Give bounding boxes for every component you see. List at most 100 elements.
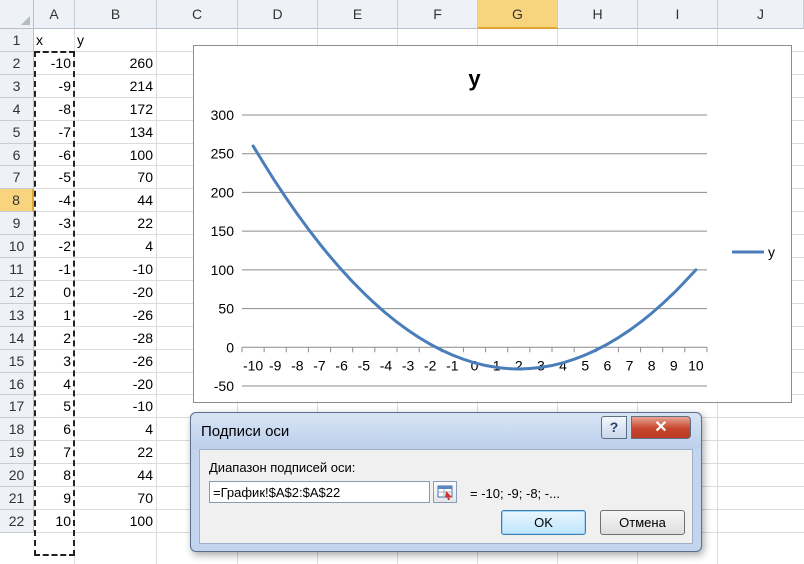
- cell-a20[interactable]: 8: [34, 464, 75, 487]
- cell-a13[interactable]: 1: [34, 304, 75, 327]
- cell-b2[interactable]: 260: [75, 52, 157, 75]
- cell-a22[interactable]: 10: [34, 510, 75, 533]
- row-header-8[interactable]: 8: [0, 189, 34, 212]
- axis-labels-dialog: Подписи оси ? ✕ Диапазон подписей оси: =…: [190, 412, 702, 552]
- row-header-21[interactable]: 21: [0, 487, 34, 510]
- cell-a1[interactable]: x: [34, 29, 75, 52]
- cell-a12[interactable]: 0: [34, 281, 75, 304]
- cell-b20[interactable]: 44: [75, 464, 157, 487]
- range-picker-icon: [437, 485, 453, 500]
- cell-b17[interactable]: -10: [75, 395, 157, 418]
- column-header-e[interactable]: E: [318, 0, 398, 29]
- dialog-title: Подписи оси: [201, 423, 290, 440]
- cell-b9[interactable]: 22: [75, 212, 157, 235]
- x-tick-label: 7: [626, 357, 634, 373]
- cell-b14[interactable]: -28: [75, 327, 157, 350]
- row-header-11[interactable]: 11: [0, 258, 34, 281]
- row-header-19[interactable]: 19: [0, 441, 34, 464]
- select-all-corner[interactable]: [0, 0, 34, 29]
- cell-a21[interactable]: 9: [34, 487, 75, 510]
- ok-button[interactable]: OK: [501, 510, 586, 535]
- collapse-dialog-button[interactable]: [433, 481, 457, 503]
- cell-a16[interactable]: 4: [34, 373, 75, 395]
- cell-a14[interactable]: 2: [34, 327, 75, 350]
- x-tick-label: 5: [581, 357, 589, 373]
- row-header-10[interactable]: 10: [0, 235, 34, 258]
- cell-b19[interactable]: 22: [75, 441, 157, 464]
- row-header-12[interactable]: 12: [0, 281, 34, 304]
- x-tick-label: 3: [537, 357, 545, 373]
- cell-a17[interactable]: 5: [34, 395, 75, 418]
- row-header-22[interactable]: 22: [0, 510, 34, 533]
- line-chart[interactable]: y 300 250 200 150 100 50 0 -50 -10 -9 -8 -7 -6 -5 -4 -3-…: [193, 45, 792, 403]
- cell-a5[interactable]: -7: [34, 121, 75, 144]
- cell-a15[interactable]: 3: [34, 350, 75, 373]
- help-button[interactable]: ?: [601, 416, 627, 439]
- cell-a19[interactable]: 7: [34, 441, 75, 464]
- row-header-6[interactable]: 6: [0, 144, 34, 166]
- x-tick-label: -3: [402, 357, 415, 373]
- row-header-20[interactable]: 20: [0, 464, 34, 487]
- cell-a6[interactable]: -6: [34, 144, 75, 166]
- y-tick-label: 300: [211, 107, 235, 123]
- cell-b6[interactable]: 100: [75, 144, 157, 166]
- row-header-15[interactable]: 15: [0, 350, 34, 373]
- cell-a4[interactable]: -8: [34, 98, 75, 121]
- range-input[interactable]: [209, 481, 430, 503]
- row-header-7[interactable]: 7: [0, 166, 34, 189]
- cell-b18[interactable]: 4: [75, 418, 157, 441]
- cell-a10[interactable]: -2: [34, 235, 75, 258]
- column-header-g[interactable]: G: [478, 0, 558, 29]
- cell-a8[interactable]: -4: [34, 189, 75, 212]
- column-header-i[interactable]: I: [638, 0, 718, 29]
- y-tick-label: 200: [211, 184, 235, 200]
- row-header-13[interactable]: 13: [0, 304, 34, 327]
- cell-b1[interactable]: y: [75, 29, 157, 52]
- cell-b22[interactable]: 100: [75, 510, 157, 533]
- column-header-b[interactable]: B: [75, 0, 157, 29]
- cell-b10[interactable]: 4: [75, 235, 157, 258]
- cell-b16[interactable]: -20: [75, 373, 157, 395]
- row-header-17[interactable]: 17: [0, 395, 34, 418]
- column-header-j[interactable]: J: [718, 0, 804, 29]
- series-line-y: [251, 144, 698, 371]
- y-tick-label: 250: [211, 146, 235, 162]
- row-header-16[interactable]: 16: [0, 373, 34, 395]
- row-header-2[interactable]: 2: [0, 52, 34, 75]
- cell-b5[interactable]: 134: [75, 121, 157, 144]
- row-header-14[interactable]: 14: [0, 327, 34, 350]
- row-header-5[interactable]: 5: [0, 121, 34, 144]
- cell-a3[interactable]: -9: [34, 75, 75, 98]
- cell-b8[interactable]: 44: [75, 189, 157, 212]
- dialog-titlebar[interactable]: Подписи оси ? ✕: [191, 413, 701, 449]
- row-header-1[interactable]: 1: [0, 29, 34, 52]
- column-header-c[interactable]: C: [157, 0, 238, 29]
- cell-b3[interactable]: 214: [75, 75, 157, 98]
- row-header-4[interactable]: 4: [0, 98, 34, 121]
- cell-b11[interactable]: -10: [75, 258, 157, 281]
- column-header-d[interactable]: D: [238, 0, 318, 29]
- cell-a7[interactable]: -5: [34, 166, 75, 189]
- row-header-3[interactable]: 3: [0, 75, 34, 98]
- cell-b21[interactable]: 70: [75, 487, 157, 510]
- column-header-f[interactable]: F: [398, 0, 478, 29]
- close-button[interactable]: ✕: [631, 416, 691, 439]
- x-tick-label: -6: [335, 357, 348, 373]
- row-header-18[interactable]: 18: [0, 418, 34, 441]
- column-header-h[interactable]: H: [558, 0, 638, 29]
- cell-a9[interactable]: -3: [34, 212, 75, 235]
- cell-a18[interactable]: 6: [34, 418, 75, 441]
- cell-b13[interactable]: -26: [75, 304, 157, 327]
- cell-b15[interactable]: -26: [75, 350, 157, 373]
- cell-a2[interactable]: -10: [34, 52, 75, 75]
- x-tick-label: -2: [424, 357, 437, 373]
- legend-label-y: y: [768, 244, 775, 260]
- cell-b12[interactable]: -20: [75, 281, 157, 304]
- x-tick-label: -1: [446, 357, 459, 373]
- column-header-a[interactable]: A: [34, 0, 75, 29]
- row-header-9[interactable]: 9: [0, 212, 34, 235]
- cell-a11[interactable]: -1: [34, 258, 75, 281]
- cancel-button[interactable]: Отмена: [600, 510, 685, 535]
- cell-b4[interactable]: 172: [75, 98, 157, 121]
- cell-b7[interactable]: 70: [75, 166, 157, 189]
